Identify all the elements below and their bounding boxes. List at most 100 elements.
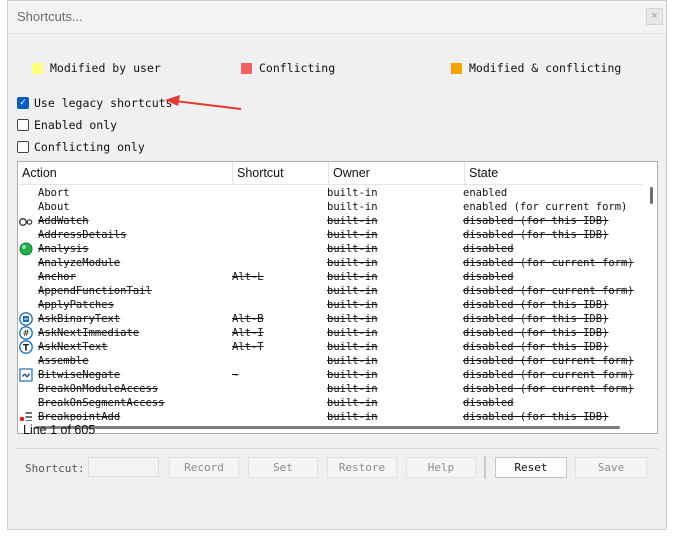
set-button[interactable]: Set <box>248 457 318 478</box>
legend-conflicting: Conflicting <box>241 61 335 75</box>
footer-divider <box>16 448 658 449</box>
button-separator <box>484 456 486 479</box>
legend-label: Modified & conflicting <box>469 61 622 75</box>
conflicting-only-checkbox[interactable] <box>17 141 29 153</box>
owner-cell: built-in <box>327 397 378 409</box>
owner-cell: built-in <box>327 327 378 339</box>
legend-swatch <box>451 62 462 74</box>
reset-button[interactable]: Reset <box>495 457 567 478</box>
table-row[interactable]: ApplyPatches built-in disabled (for this I… <box>18 298 643 312</box>
table-row[interactable]: AskBinaryText Alt-B built-in disabled (for … <box>18 312 643 326</box>
column-header-state[interactable]: State <box>465 162 645 184</box>
owner-cell: built-in <box>327 411 378 421</box>
shortcuts-table: Action Shortcut Owner State Abort built-i… <box>17 161 658 434</box>
table-row[interactable]: AddressDetails built-in disabled (for this… <box>18 228 643 242</box>
table-body: Abort built-in enabled About built-in enabled… <box>18 186 643 421</box>
binary-search-icon <box>18 312 34 326</box>
shortcut-input[interactable] <box>88 457 159 477</box>
vertical-scrollbar-thumb[interactable] <box>650 187 653 204</box>
state-cell: disabled (for this IDB) <box>463 411 609 421</box>
legend-swatch <box>32 62 43 74</box>
table-row[interactable]: About built-in enabled (for current form) <box>18 200 643 214</box>
state-cell: enabled (for current form) <box>463 201 628 213</box>
action-cell: AskNextText <box>38 341 108 353</box>
action-cell: BreakOnSegmentAccess <box>38 397 165 409</box>
state-cell: disabled (for this IDB) <box>463 299 609 311</box>
state-cell: disabled (for this IDB) <box>463 215 609 227</box>
owner-cell: built-in <box>327 285 378 297</box>
table-row[interactable]: Anchor Alt-L built-in disabled <box>18 270 643 284</box>
action-cell: ApplyPatches <box>38 299 114 311</box>
legend-swatch <box>241 62 252 74</box>
column-header-owner[interactable]: Owner <box>329 162 465 184</box>
table-row[interactable]: Assemble built-in disabled (for current fo… <box>18 354 643 368</box>
save-button[interactable]: Save <box>575 457 647 478</box>
owner-cell: built-in <box>327 299 378 311</box>
table-row[interactable]: T AskNextText Alt-T built-in disabled (for t… <box>18 340 643 354</box>
legend-label: Modified by user <box>50 61 161 75</box>
state-cell: disabled (for this IDB) <box>463 341 609 353</box>
table-row[interactable]: BitwiseNegate ~ built-in disabled (for curr… <box>18 368 643 382</box>
column-header-shortcut[interactable]: Shortcut <box>233 162 329 184</box>
action-cell: AnalyzeModule <box>38 257 121 269</box>
owner-cell: built-in <box>327 187 378 199</box>
state-cell: disabled <box>463 243 514 255</box>
legacy-shortcuts-option[interactable]: ✓ Use legacy shortcuts <box>17 96 172 110</box>
vertical-scrollbar[interactable] <box>643 184 657 421</box>
breakpoint-add-icon <box>18 410 34 421</box>
enabled-only-option[interactable]: Enabled only <box>17 118 117 132</box>
owner-cell: built-in <box>327 341 378 353</box>
state-cell: disabled (for current form) <box>463 383 634 395</box>
table-row[interactable]: AppendFunctionTail built-in disabled (for … <box>18 284 643 298</box>
action-cell: AddWatch <box>38 215 89 227</box>
line-position-status: Line 1 of 605 <box>23 423 96 437</box>
table-row[interactable]: AnalyzeModule built-in disabled (for curre… <box>18 256 643 270</box>
column-header-action[interactable]: Action <box>18 162 233 184</box>
close-button[interactable]: × <box>646 8 663 25</box>
owner-cell: built-in <box>327 355 378 367</box>
text-search-icon: T <box>18 340 34 354</box>
shortcut-cell: Alt-L <box>232 271 264 283</box>
owner-cell: built-in <box>327 383 378 395</box>
shortcut-cell: Alt-B <box>232 313 264 325</box>
state-cell: disabled (for this IDB) <box>463 327 609 339</box>
checkbox-label: Use legacy shortcuts <box>34 96 173 110</box>
shortcuts-dialog: Shortcuts... × Modified by user Conflict… <box>7 0 667 530</box>
state-cell: disabled (for this IDB) <box>463 229 609 241</box>
table-row[interactable]: BreakOnSegmentAccess built-in disabled <box>18 396 643 410</box>
shortcut-cell: Alt-I <box>232 327 264 339</box>
action-cell: BreakOnModuleAccess <box>38 383 159 395</box>
bitwise-negate-icon <box>18 368 34 382</box>
enabled-only-checkbox[interactable] <box>17 119 29 131</box>
horizontal-scrollbar-thumb[interactable] <box>35 426 620 429</box>
action-cell: AskNextImmediate <box>38 327 140 339</box>
table-row[interactable]: # AskNextImmediate Alt-I built-in disabled (… <box>18 326 643 340</box>
owner-cell: built-in <box>327 243 378 255</box>
action-cell: Anchor <box>38 271 76 283</box>
legend-modified-by-user: Modified by user <box>32 61 161 75</box>
action-cell: Analysis <box>38 243 89 255</box>
state-cell: disabled (for this IDB) <box>463 313 609 325</box>
action-cell: AddressDetails <box>38 229 127 241</box>
table-row[interactable]: Analysis built-in disabled <box>18 242 643 256</box>
annotation-arrow-icon <box>165 95 242 110</box>
horizontal-scrollbar[interactable] <box>18 421 643 433</box>
table-row[interactable]: AddWatch built-in disabled (for this IDB) <box>18 214 643 228</box>
state-cell: disabled (for current form) <box>463 355 634 367</box>
conflicting-only-option[interactable]: Conflicting only <box>17 140 145 154</box>
owner-cell: built-in <box>327 271 378 283</box>
legend-label: Conflicting <box>259 61 336 75</box>
svg-text:T: T <box>23 344 30 354</box>
table-row[interactable]: Abort built-in enabled <box>18 186 643 200</box>
legacy-shortcuts-checkbox[interactable]: ✓ <box>17 97 29 109</box>
green-circle-icon <box>18 242 34 256</box>
table-row[interactable]: BreakpointAdd built-in disabled (for this … <box>18 410 643 421</box>
legend-modified-conflicting: Modified & conflicting <box>451 61 621 75</box>
table-row[interactable]: BreakOnModuleAccess built-in disabled (for… <box>18 382 643 396</box>
shortcut-label: Shortcut: <box>25 462 85 475</box>
action-cell: AppendFunctionTail <box>38 285 152 297</box>
help-button[interactable]: Help <box>406 457 476 478</box>
checkbox-label: Conflicting only <box>34 140 145 154</box>
restore-button[interactable]: Restore <box>327 457 397 478</box>
record-button[interactable]: Record <box>169 457 239 478</box>
